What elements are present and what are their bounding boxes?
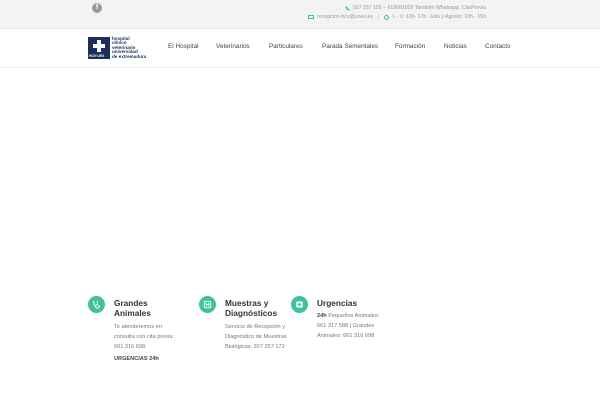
header-divider — [0, 67, 600, 68]
nav-item-contacto[interactable]: Contacto — [485, 43, 511, 50]
facebook-icon[interactable]: f — [92, 3, 102, 13]
hospital-icon — [199, 296, 216, 313]
nav-item-veterinarios[interactable]: Veterinarios — [216, 43, 250, 50]
nav-item-el-hospital[interactable]: El Hospital — [168, 43, 199, 50]
medical-cross-icon — [291, 296, 308, 313]
contact-email-hours-line: recepcion-hcv@unex.es | L - V: 10h- 17h.… — [308, 14, 486, 20]
feature-title: Grandes Animales — [114, 298, 151, 318]
separator: | — [378, 14, 380, 20]
nav-item-particulares[interactable]: Particulares — [269, 43, 303, 50]
phone-text: 927 257 102 – 619081929 También Whatsapp… — [352, 5, 486, 11]
contact-phone-line: 927 257 102 – 619081929 También Whatsapp… — [345, 5, 486, 11]
nav-item-noticias[interactable]: Noticias — [444, 43, 467, 50]
feature-title: Urgencias — [317, 298, 358, 308]
feature-title: Muestras y Diagnósticos — [225, 298, 278, 318]
main-nav: El Hospital Veterinarios Particulares Pa… — [0, 43, 600, 53]
mail-icon — [308, 15, 315, 19]
logo-mark-text: HCV·UEX — [89, 54, 105, 58]
phone-icon — [345, 6, 350, 10]
feature-body: Te atenderemos en consulta con cita prev… — [114, 324, 175, 350]
feature-body: 24h Pequeños Animales: 661 317 588 | Gra… — [317, 313, 380, 339]
feature-body: Servicio de Recepción y Diagnóstico de M… — [225, 324, 287, 350]
hours-text: L - V: 10h- 17h. Julio y Agosto: 10h - 1… — [392, 14, 486, 20]
nav-item-formacion[interactable]: Formación — [395, 43, 425, 50]
top-info-bar: f 927 257 102 – 619081929 También Whatsa… — [0, 0, 600, 29]
email-link[interactable]: recepcion-hcv@unex.es — [317, 14, 373, 20]
feature-urgencias-label: URGENCIAS 24h — [114, 356, 159, 362]
clock-icon — [384, 14, 390, 20]
nav-item-parada-sementales[interactable]: Parada Sementales — [322, 43, 378, 50]
stethoscope-icon — [88, 296, 105, 313]
